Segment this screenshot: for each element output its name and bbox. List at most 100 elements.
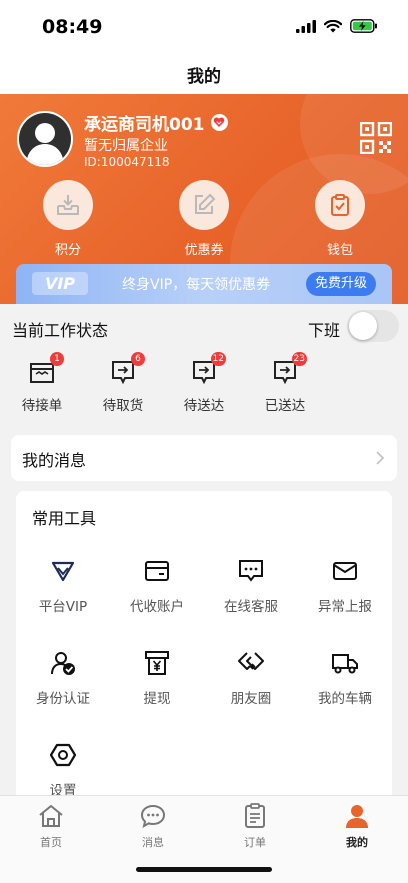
chat-icon	[239, 560, 263, 582]
tool-label: 提现	[143, 691, 171, 707]
status-icons	[296, 19, 378, 33]
tool-withdraw[interactable]: 提现	[110, 649, 204, 707]
vip-banner[interactable]: VIP 终身VIP，每天领优惠券 免费升级	[16, 264, 392, 304]
battery-charging-icon	[350, 19, 377, 33]
settings-hex-icon	[50, 743, 76, 767]
tool-icon	[143, 649, 171, 677]
order-badge: 1	[50, 352, 64, 366]
order-badge: 12	[210, 352, 226, 366]
tool-my-vehicles[interactable]: 我的车辆	[298, 649, 392, 707]
wallet-label: 积分	[54, 243, 81, 258]
wallet-item-wallet[interactable]: 钱包	[272, 180, 408, 258]
tool-icon	[331, 649, 359, 677]
order-status-pending-accept[interactable]: 1 待接单	[12, 352, 72, 414]
common-tools-title: 常用工具	[32, 509, 97, 528]
order-label: 待送达	[183, 398, 225, 414]
common-tools-card: 常用工具 平台VIP 代收账户 在线客服 异常上报 身份认证 提现 朋友圈 我的…	[16, 491, 392, 811]
tool-platform-vip[interactable]: 平台VIP	[16, 557, 110, 615]
user-check-icon	[51, 652, 75, 675]
tool-icon	[331, 557, 359, 585]
tool-icon	[237, 649, 265, 677]
order-badge: 23	[291, 352, 307, 366]
edit-icon	[195, 193, 216, 214]
yen-receipt-icon	[145, 651, 169, 675]
order-icon-wrap: 23	[271, 352, 307, 386]
tool-label: 在线客服	[224, 599, 278, 615]
profile-banner: 承运商司机001 暂无归属企业 ID:100047118 积分 优惠券 钱包 V…	[0, 94, 408, 304]
qr-code-icon[interactable]	[360, 122, 392, 154]
card-icon	[145, 561, 169, 581]
tab-profile[interactable]: 我的	[306, 802, 408, 850]
order-label: 已送达	[264, 398, 306, 414]
tool-label: 异常上报	[318, 599, 372, 615]
tool-collection-account[interactable]: 代收账户	[110, 557, 204, 615]
tool-label: 平台VIP	[38, 599, 88, 615]
wallet-row: 积分 优惠券 钱包	[0, 180, 408, 258]
my-messages-row[interactable]: 我的消息	[11, 435, 397, 481]
tool-icon	[143, 557, 171, 585]
tool-icon	[49, 741, 77, 769]
work-state-label: 下班	[308, 321, 341, 340]
tab-label: 消息	[142, 836, 164, 849]
company-name: 暂无归属企业	[84, 138, 168, 154]
handshake-icon	[238, 652, 264, 670]
tab-messages[interactable]: 消息	[102, 802, 204, 850]
tab-icon	[343, 802, 371, 830]
free-upgrade-button[interactable]: 免费升级	[305, 272, 376, 296]
vip-promo-text: 终身VIP，每天领优惠券	[122, 277, 271, 293]
wallet-icon-circle	[179, 180, 229, 230]
tool-exception-report[interactable]: 异常上报	[298, 557, 392, 615]
wallet-item-coupons[interactable]: 优惠券	[136, 180, 272, 258]
order-list-icon	[245, 803, 265, 828]
vip-tag: VIP	[32, 272, 88, 295]
user-name: 承运商司机001	[84, 110, 228, 135]
tool-icon	[49, 649, 77, 677]
clipboard-icon	[331, 194, 349, 216]
profile-icon	[346, 805, 368, 828]
tab-orders[interactable]: 订单	[204, 802, 306, 850]
order-status-pending-pickup[interactable]: 6 待取货	[93, 352, 153, 414]
order-badge: 6	[131, 352, 145, 366]
tab-label: 我的	[346, 836, 368, 849]
order-label: 待取货	[102, 398, 144, 414]
chevron-right-icon	[376, 451, 385, 465]
wallet-label: 钱包	[326, 243, 353, 258]
tool-settings[interactable]: 设置	[16, 741, 110, 799]
wallet-icon-circle	[315, 180, 365, 230]
tab-label: 订单	[244, 836, 266, 849]
avatar[interactable]	[17, 111, 73, 167]
user-id: ID:100047118	[84, 155, 170, 169]
order-status-delivered[interactable]: 23 已送达	[255, 352, 315, 414]
status-time: 08:49	[42, 16, 103, 38]
home-indicator	[136, 867, 272, 872]
order-icon-wrap: 6	[109, 352, 145, 386]
order-icon-wrap: 12	[190, 352, 226, 386]
tool-label: 身份认证	[36, 691, 90, 707]
work-status-toggle[interactable]	[347, 310, 399, 342]
default-avatar-icon	[19, 113, 71, 165]
tool-online-service[interactable]: 在线客服	[204, 557, 298, 615]
page-title: 我的	[187, 67, 221, 87]
vip-heart-icon	[210, 114, 228, 131]
order-status-pending-delivery[interactable]: 12 待送达	[174, 352, 234, 414]
work-status-label: 当前工作状态	[12, 321, 109, 340]
signal-icon	[296, 19, 316, 33]
tab-icon	[139, 802, 167, 830]
tool-identity-verify[interactable]: 身份认证	[16, 649, 110, 707]
message-icon	[140, 804, 166, 828]
tab-icon	[37, 802, 65, 830]
order-icon-wrap: 1	[28, 352, 64, 386]
tab-home[interactable]: 首页	[0, 802, 102, 850]
inbox-download-icon	[57, 195, 79, 215]
truck-icon	[332, 654, 358, 674]
my-messages-label: 我的消息	[22, 451, 87, 470]
home-icon	[39, 805, 63, 827]
tab-icon	[241, 802, 269, 830]
tool-friend-circle[interactable]: 朋友圈	[204, 649, 298, 707]
tool-icon	[49, 557, 77, 585]
mail-icon	[333, 562, 357, 580]
tool-icon	[237, 557, 265, 585]
toggle-knob	[349, 312, 377, 340]
wallet-item-points[interactable]: 积分	[0, 180, 136, 258]
vip-diamond-icon	[51, 561, 75, 582]
